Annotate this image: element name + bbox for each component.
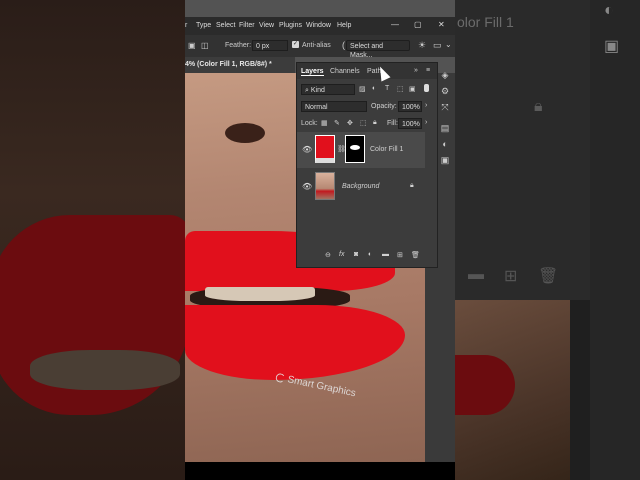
properties-icon[interactable]: ⚙	[438, 86, 452, 98]
menu-bar: r Type Select Filter View Plugins Window…	[185, 17, 455, 35]
selection-mode-icon[interactable]: ▣	[188, 41, 196, 50]
menu-item-help[interactable]: Help	[337, 22, 351, 29]
close-button[interactable]: ✕	[438, 20, 445, 29]
menu-item-partial[interactable]: r	[185, 22, 187, 29]
layers-panel-icon[interactable]: ◈	[438, 70, 452, 82]
lock-row: Lock: ▦ ✎ ✥ ⬚ 🔒︎ Fill: 100% ›	[297, 117, 437, 131]
minimize-button[interactable]: —	[391, 20, 399, 29]
new-layer-icon[interactable]: ⊞	[397, 251, 403, 259]
panel-footer: ⊖ fx ◙ ◐ ▬ ⊞ 🗑︎	[297, 249, 437, 263]
antialias-label: Anti-alias	[302, 42, 331, 49]
ghost-layer-title: olor Fill 1	[457, 14, 514, 30]
collapse-icon[interactable]: »	[414, 67, 418, 74]
menu-item-window[interactable]: Window	[306, 22, 331, 29]
menu-item-plugins[interactable]: Plugins	[279, 22, 302, 29]
layer-row-background[interactable]: 👁︎ Background 🔒︎	[297, 169, 425, 205]
intersect-selection-icon[interactable]: ◫	[201, 41, 209, 50]
feather-input[interactable]: 0 px	[252, 40, 288, 51]
adjustments-icon[interactable]: ◐	[438, 139, 452, 151]
add-mask-icon[interactable]: ◙	[354, 251, 358, 258]
menu-item-select[interactable]: Select	[216, 22, 235, 29]
blurred-teeth	[30, 350, 180, 390]
maximize-button[interactable]: ▢	[414, 20, 422, 29]
filter-toggle[interactable]	[424, 84, 429, 92]
document-tab[interactable]: 4% (Color Fill 1, RGB/8#) *	[185, 57, 295, 73]
filter-kind-value: Kind	[310, 87, 325, 94]
adjustment-layer-icon[interactable]: ◐	[368, 251, 372, 258]
tab-layers[interactable]: Layers	[301, 68, 324, 76]
panel-menu-icon[interactable]: ≡	[426, 67, 430, 74]
libraries-icon[interactable]: ▤	[438, 123, 452, 135]
paths-icon[interactable]: ⤧	[438, 102, 452, 114]
layer-mask-thumbnail[interactable]	[345, 135, 365, 163]
opacity-label: Opacity:	[371, 103, 397, 110]
antialias-checkbox[interactable]: ✓	[292, 41, 299, 48]
filter-kind-select[interactable]: ⌕ Kind	[301, 84, 355, 95]
lock-all-icon[interactable]: 🔒︎	[373, 119, 377, 127]
light-bulb-icon[interactable]: ☀	[418, 40, 426, 51]
layer-name-color-fill[interactable]: Color Fill 1	[370, 146, 403, 153]
watermark-text: Smart Graphics	[286, 374, 357, 400]
select-and-mask-button[interactable]: Select and Mask...	[346, 40, 410, 59]
background-thumbnail[interactable]	[315, 172, 335, 200]
filter-adjustment-icon[interactable]: ◐	[372, 85, 376, 92]
layers-panel: Layers Channels Path » ≡ ⌕ Kind ▨ ◐ T ⬚ …	[296, 62, 438, 268]
fill-dropdown-icon[interactable]: ›	[425, 119, 427, 126]
lower-lip-fill	[185, 305, 405, 380]
ghost-panel-icon: ▣	[604, 38, 620, 55]
menu-item-filter[interactable]: Filter	[239, 22, 255, 29]
options-bar: ▣ ◫ Feather: 0 px ✓ Anti-alias ( Select …	[185, 35, 455, 59]
right-blurred-lip	[455, 355, 515, 415]
lock-label: Lock:	[301, 120, 318, 127]
ghost-trash-icon: 🗑︎	[538, 268, 559, 285]
bracket-separator: (	[342, 40, 345, 50]
lock-transparent-icon[interactable]: ▦	[321, 119, 328, 127]
teeth	[205, 287, 315, 301]
delete-layer-icon[interactable]: 🗑︎	[411, 251, 420, 259]
tab-channels[interactable]: Channels	[330, 68, 360, 75]
nostril-left	[225, 123, 265, 143]
fill-label: Fill:	[387, 120, 398, 127]
layer-name-background[interactable]: Background	[342, 183, 379, 190]
filter-smart-object-icon[interactable]: ▣	[409, 85, 416, 93]
ghost-new-layer-icon: ⊞	[504, 268, 518, 285]
fx-icon[interactable]: fx	[339, 251, 344, 258]
document-tab-title: 4% (Color Fill 1, RGB/8#) *	[185, 61, 272, 68]
visibility-eye-icon[interactable]: 👁︎	[302, 145, 312, 154]
opacity-dropdown-icon[interactable]: ›	[425, 102, 427, 109]
watermark-logo-icon	[274, 372, 286, 384]
feather-label: Feather:	[225, 42, 252, 49]
link-layers-icon[interactable]: ⊖	[325, 251, 331, 259]
new-group-icon[interactable]: ▬	[382, 251, 389, 258]
chevron-down-icon[interactable]: ⌄	[445, 40, 452, 49]
layer-row-color-fill[interactable]: 👁︎ ⛓ Color Fill 1	[297, 132, 425, 168]
panel-toggle-icon[interactable]: ▭	[433, 40, 442, 51]
filter-type-icon[interactable]: T	[385, 85, 389, 92]
left-blurred-backdrop	[0, 0, 185, 480]
ghost-folder-icon: ▬	[468, 266, 484, 283]
fill-color-thumbnail[interactable]	[315, 135, 335, 163]
fill-input[interactable]: 100%	[398, 118, 422, 129]
styles-icon[interactable]: ▣	[438, 155, 452, 167]
blend-mode-select[interactable]: Normal	[301, 101, 367, 112]
blend-row: Normal Opacity: 100% ›	[297, 100, 437, 114]
lock-pixels-icon[interactable]: ✎	[334, 119, 340, 127]
opacity-input[interactable]: 100%	[398, 101, 422, 112]
menu-item-view[interactable]: View	[259, 22, 274, 29]
mask-lip-shape	[350, 145, 360, 150]
lock-artboard-icon[interactable]: ⬚	[360, 119, 367, 127]
filter-row: ⌕ Kind ▨ ◐ T ⬚ ▣	[297, 83, 437, 97]
menu-item-type[interactable]: Type	[196, 22, 211, 29]
right-blurred-toolbar	[590, 0, 640, 480]
panel-tab-bar: Layers Channels Path » ≡	[297, 63, 437, 79]
lock-position-icon[interactable]: ✥	[347, 119, 353, 127]
ghost-adjust-icon: ◐	[604, 2, 614, 19]
filter-pixel-icon[interactable]: ▨	[359, 85, 366, 93]
visibility-eye-icon[interactable]: 👁︎	[302, 182, 312, 191]
filter-shape-icon[interactable]: ⬚	[397, 85, 404, 93]
ghost-lock-icon: 🔒︎	[534, 98, 543, 115]
layer-lock-icon: 🔒︎	[410, 182, 414, 189]
